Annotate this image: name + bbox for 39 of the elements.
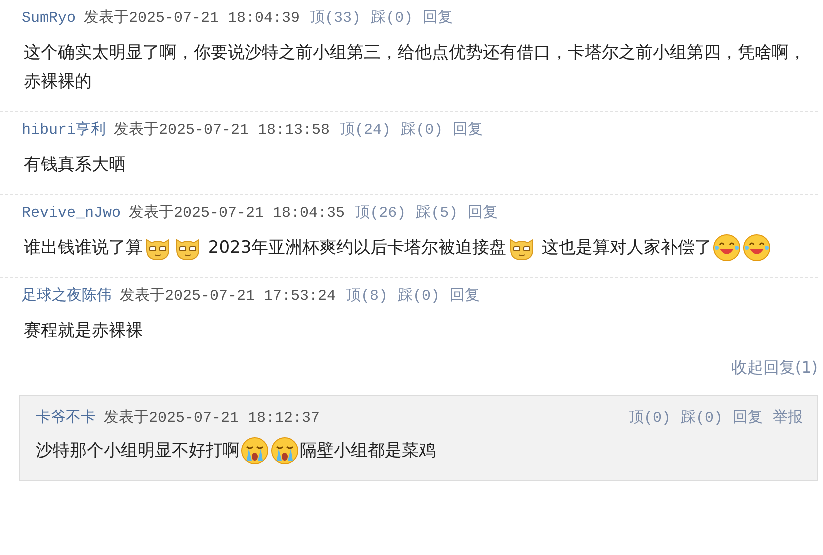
reply-link[interactable]: 回复 [468,203,498,222]
reply-link[interactable]: 回复 [453,120,484,139]
post-time: 发表于2025-07-21 18:12:37 [104,408,320,427]
post-time: 发表于2025-07-21 18:04:39 [84,8,300,27]
username-link[interactable]: 足球之夜陈伟 [22,286,112,305]
comment-text: 沙特那个小组明显不好打啊 [36,441,240,461]
upvote-link[interactable]: 顶(24) [340,120,392,139]
comment-text: 这也是算对人家补偿了 [541,238,712,258]
laughing-face-icon [743,234,772,262]
upvote-link[interactable]: 顶(33) [310,8,362,27]
laughing-face-icon [713,234,742,262]
report-link[interactable]: 举报 [773,408,803,427]
username-link[interactable]: hiburi亨利 [22,120,106,139]
reply-link[interactable]: 回复 [423,8,454,27]
downvote-link[interactable]: 踩(5) [416,203,458,222]
downvote-link[interactable]: 踩(0) [680,408,723,427]
username-link[interactable]: SumRyo [22,10,76,27]
comment-text: 谁出钱谁说了算 [24,238,143,258]
comment-text: 这个确实太明显了啊，你要说沙特之前小组第三，给他点优势还有借口，卡塔尔之前小组第四，凭啥啊，赤裸裸的 [24,43,806,92]
upvote-link[interactable]: 顶(0) [628,408,671,427]
comment-text: 有钱真系大晒 [24,155,126,175]
comment-text: 2023年亚洲杯爽约以后卡塔尔被迫接盘 [207,238,507,258]
upvote-link[interactable]: 顶(26) [355,203,406,222]
crying-face-icon [271,437,299,466]
collapse-replies-link[interactable]: 收起回复(1) [731,358,818,379]
reply-link[interactable]: 回复 [733,408,763,427]
upvote-link[interactable]: 顶(8) [346,286,388,305]
reply-link[interactable]: 回复 [450,286,480,305]
crying-face-icon [241,437,269,466]
post-time: 发表于2025-07-21 18:13:58 [114,120,330,139]
downvote-link[interactable]: 踩(0) [401,120,444,139]
downvote-link[interactable]: 踩(0) [398,286,440,305]
post-time: 发表于2025-07-21 17:53:24 [120,286,336,305]
username-link[interactable]: 卡爷不卡 [36,408,96,427]
post-time: 发表于2025-07-21 18:04:35 [129,204,346,222]
username-link[interactable]: Revive_nJwo [22,205,122,222]
downvote-link[interactable]: 踩(0) [371,8,414,27]
comment-text: 赛程就是赤裸裸 [24,321,143,341]
comment-text: 隔壁小组都是菜鸡 [300,441,436,461]
